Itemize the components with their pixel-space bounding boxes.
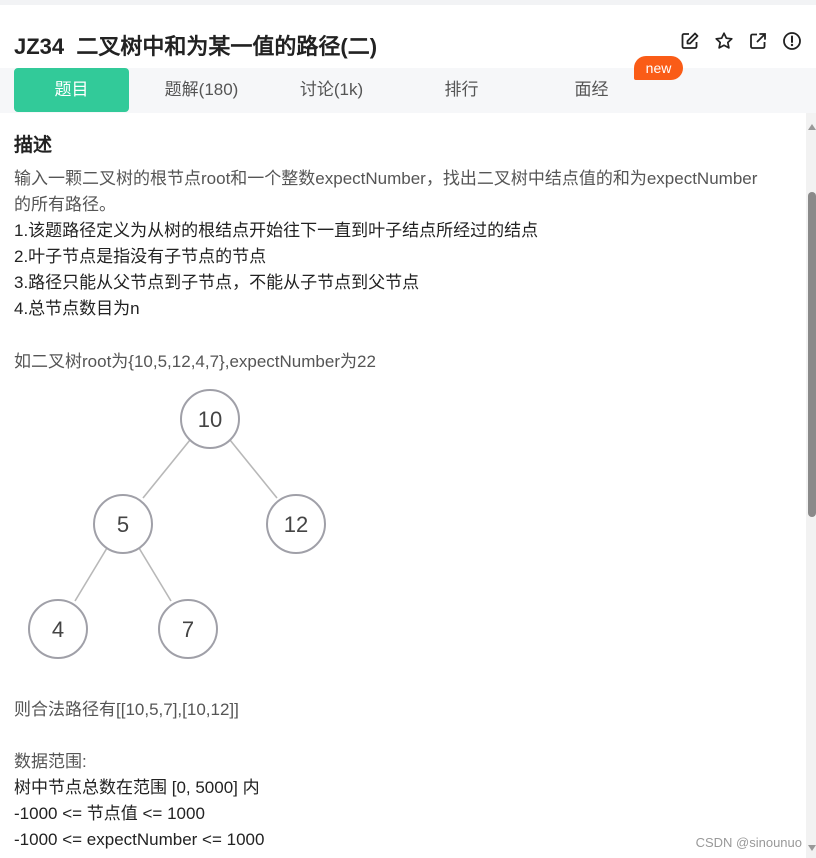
- rule-2: 2.叶子节点是指没有子节点的节点: [14, 247, 267, 266]
- scroll-up-arrow-icon[interactable]: [808, 124, 816, 130]
- tab-discussion[interactable]: 讨论(1k): [274, 68, 389, 112]
- range-heading: 数据范围:: [14, 752, 87, 771]
- rule-3: 3.路径只能从父节点到子节点，不能从子节点到父节点: [14, 273, 420, 292]
- svg-text:7: 7: [182, 617, 194, 642]
- new-badge: new: [634, 56, 683, 80]
- intro-text-line-2: 的所有路径。: [14, 195, 116, 214]
- section-heading: 描述: [14, 135, 53, 156]
- tab-ranking[interactable]: 排行: [404, 68, 519, 112]
- result-text: 则合法路径有[[10,5,7],[10,12]]: [14, 700, 239, 719]
- problem-content: 描述 输入一颗二叉树的根节点root和一个整数expectNumber，找出二叉…: [0, 113, 806, 858]
- intro-text-line-1: 输入一颗二叉树的根节点root和一个整数expectNumber，找出二叉树中结…: [14, 169, 758, 188]
- star-icon[interactable]: [714, 31, 734, 51]
- svg-text:10: 10: [198, 407, 222, 432]
- rule-1: 1.该题路径定义为从树的根结点开始往下一直到叶子结点所经过的结点: [14, 221, 539, 240]
- binary-tree-diagram: 10 5 12 4 7: [28, 389, 326, 659]
- page-title: JZ34 二叉树中和为某一值的路径(二): [14, 34, 378, 59]
- scrollbar-thumb[interactable]: [808, 192, 816, 517]
- tree-node: 10: [180, 389, 240, 449]
- watermark: CSDN @sinounuo: [695, 835, 802, 850]
- range-line-3: -1000 <= expectNumber <= 1000: [14, 830, 265, 849]
- external-link-icon[interactable]: [748, 31, 768, 51]
- tab-interview[interactable]: 面经: [534, 68, 649, 112]
- rule-4: 4.总节点数目为n: [14, 299, 140, 318]
- range-line-2: -1000 <= 节点值 <= 1000: [14, 804, 205, 823]
- scroll-down-arrow-icon[interactable]: [808, 845, 816, 851]
- tree-node: 7: [158, 599, 218, 659]
- svg-text:4: 4: [52, 617, 64, 642]
- edit-icon[interactable]: [680, 31, 700, 51]
- range-line-1: 树中节点总数在范围 [0, 5000] 内: [14, 778, 260, 797]
- svg-text:12: 12: [284, 512, 308, 537]
- tree-node: 4: [28, 599, 88, 659]
- tab-bar: 题目 题解(180) 讨论(1k) 排行 面经: [0, 68, 816, 113]
- tree-node: 12: [266, 494, 326, 554]
- tree-node: 5: [93, 494, 153, 554]
- tab-problem[interactable]: 题目: [14, 68, 129, 112]
- header: JZ34 二叉树中和为某一值的路径(二): [0, 5, 816, 68]
- info-icon[interactable]: [782, 31, 802, 51]
- header-actions: [680, 31, 802, 51]
- tab-solutions[interactable]: 题解(180): [144, 68, 259, 112]
- example-text: 如二叉树root为{10,5,12,4,7},expectNumber为22: [14, 352, 376, 371]
- svg-text:5: 5: [117, 512, 129, 537]
